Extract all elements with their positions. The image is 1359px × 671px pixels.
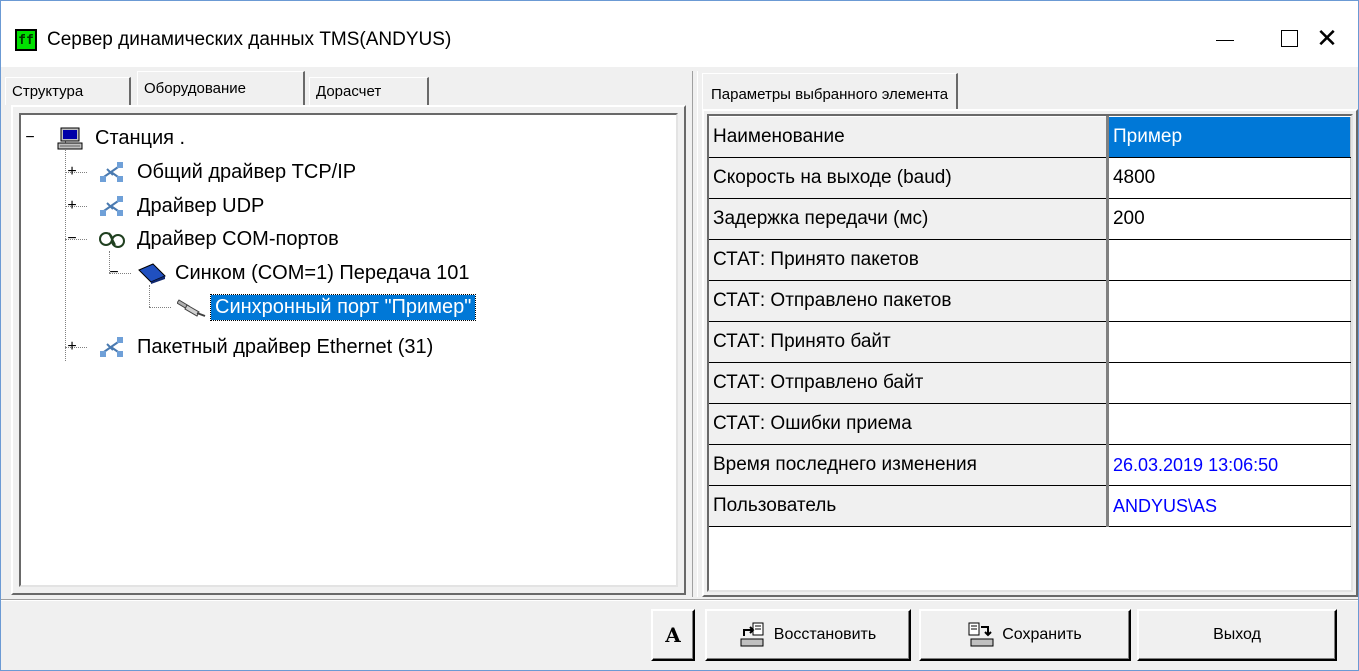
property-value[interactable]: ANDYUS\AS (1107, 485, 1352, 527)
table-row[interactable]: СТАТ: Принято пакетов (709, 239, 1352, 281)
exit-button[interactable]: Выход (1137, 609, 1337, 661)
table-row[interactable]: Скорость на выходе (baud) 4800 (709, 157, 1352, 199)
computer-icon (57, 127, 83, 150)
property-name: СТАТ: Ошибки приема (709, 403, 1109, 445)
property-name: Скорость на выходе (baud) (709, 157, 1109, 199)
expand-icon[interactable]: + (65, 163, 79, 181)
property-name: СТАТ: Отправлено пакетов (709, 280, 1109, 322)
tree-node-ethernet-driver[interactable]: + Пакетный драйвер Ethernet (31) (21, 332, 437, 362)
save-button[interactable]: Сохранить (919, 609, 1131, 661)
tree-node-label: Станция . (95, 126, 186, 149)
table-row[interactable]: Пользователь ANDYUS\AS (709, 485, 1352, 527)
tree-node-com-driver[interactable]: − Драйвер COM-портов (21, 224, 343, 254)
tab-equipment[interactable]: Оборудование (137, 71, 305, 105)
equipment-tree[interactable]: − Станция . + Общий драйвер TCP/IP + Дра… (19, 113, 678, 587)
collapse-icon[interactable]: − (65, 230, 79, 248)
restore-icon (740, 622, 766, 648)
property-value[interactable]: 26.03.2019 13:06:50 (1107, 444, 1352, 486)
property-name: СТАТ: Принято байт (709, 321, 1109, 363)
tree-node-label: Синхронный порт "Пример" (209, 293, 477, 321)
minimize-icon (1216, 39, 1234, 41)
property-name: СТАТ: Принято пакетов (709, 239, 1109, 281)
tree-node-syncom[interactable]: − Синком (COM=1) Передача 101 (21, 258, 474, 288)
network-icon (99, 336, 125, 358)
panel-splitter[interactable] (692, 71, 698, 597)
save-label: Сохранить (1002, 626, 1082, 643)
property-name: Наименование (709, 116, 1109, 158)
restore-label: Восстановить (773, 626, 877, 643)
plug-icon (176, 296, 206, 318)
table-row[interactable]: Наименование Пример (709, 116, 1352, 158)
com-port-icon (99, 228, 125, 250)
restore-button[interactable]: Восстановить (705, 609, 911, 661)
tree-node-label: Пакетный драйвер Ethernet (31) (137, 335, 434, 358)
font-button[interactable]: A (651, 609, 695, 661)
property-value[interactable] (1107, 239, 1352, 281)
app-window: ff Сервер динамических данных TMS(ANDYUS… (0, 0, 1359, 671)
tree-node-label: Синком (COM=1) Передача 101 (175, 261, 470, 284)
property-name: Пользователь (709, 485, 1109, 527)
properties-table: Наименование Пример Скорость на выходе (b… (709, 116, 1352, 527)
tab-calculation[interactable]: Дорасчет (309, 77, 429, 105)
tree-node-label: Драйвер UDP (137, 194, 265, 217)
table-row[interactable]: СТАТ: Ошибки приема (709, 403, 1352, 445)
network-icon (99, 161, 125, 183)
property-value[interactable]: 200 (1107, 198, 1352, 240)
bottom-divider (1, 599, 1358, 601)
table-row[interactable]: Время последнего изменения 26.03.2019 13:… (709, 444, 1352, 486)
expand-icon[interactable]: + (65, 338, 79, 356)
property-value[interactable] (1107, 403, 1352, 445)
property-name: СТАТ: Отправлено байт (709, 362, 1109, 404)
table-row[interactable]: Задержка передачи (мс) 200 (709, 198, 1352, 240)
save-icon (968, 622, 994, 648)
collapse-icon[interactable]: − (23, 129, 37, 147)
property-value[interactable] (1107, 321, 1352, 363)
tree-node-label: Драйвер COM-портов (137, 227, 339, 250)
close-button[interactable]: ✕ (1295, 15, 1359, 61)
equipment-panel: − Станция . + Общий драйвер TCP/IP + Дра… (11, 105, 686, 595)
tree-node-station[interactable]: − Станция . (21, 123, 189, 153)
property-value[interactable] (1107, 362, 1352, 404)
tree-node-sync-port[interactable]: Синхронный порт "Пример" (21, 292, 477, 322)
table-row[interactable]: СТАТ: Отправлено байт (709, 362, 1352, 404)
property-value[interactable] (1107, 280, 1352, 322)
collapse-icon[interactable]: − (107, 264, 121, 282)
properties-panel: Наименование Пример Скорость на выходе (b… (702, 109, 1358, 597)
close-icon: ✕ (1316, 23, 1338, 53)
property-name: Задержка передачи (мс) (709, 198, 1109, 240)
property-value[interactable]: 4800 (1107, 157, 1352, 199)
app-icon: ff (15, 29, 37, 51)
tab-selected-params[interactable]: Параметры выбранного элемента (702, 73, 959, 109)
properties-grid[interactable]: Наименование Пример Скорость на выходе (b… (707, 114, 1353, 592)
table-row[interactable]: СТАТ: Принято байт (709, 321, 1352, 363)
property-name: Время последнего изменения (709, 444, 1109, 486)
expand-icon[interactable]: + (65, 197, 79, 215)
window-title: Сервер динамических данных TMS(ANDYUS) (47, 29, 452, 50)
tree-node-label: Общий драйвер TCP/IP (137, 160, 357, 183)
minimize-button[interactable] (1195, 15, 1255, 61)
property-value[interactable]: Пример (1107, 116, 1352, 158)
tab-structure[interactable]: Структура (5, 77, 131, 105)
tree-node-udp-driver[interactable]: + Драйвер UDP (21, 191, 268, 221)
table-row[interactable]: СТАТ: Отправлено пакетов (709, 280, 1352, 322)
modem-icon (137, 262, 166, 284)
network-icon (99, 195, 125, 217)
tree-node-tcpip-driver[interactable]: + Общий драйвер TCP/IP (21, 157, 360, 187)
title-bar[interactable]: ff Сервер динамических данных TMS(ANDYUS… (1, 1, 1358, 67)
